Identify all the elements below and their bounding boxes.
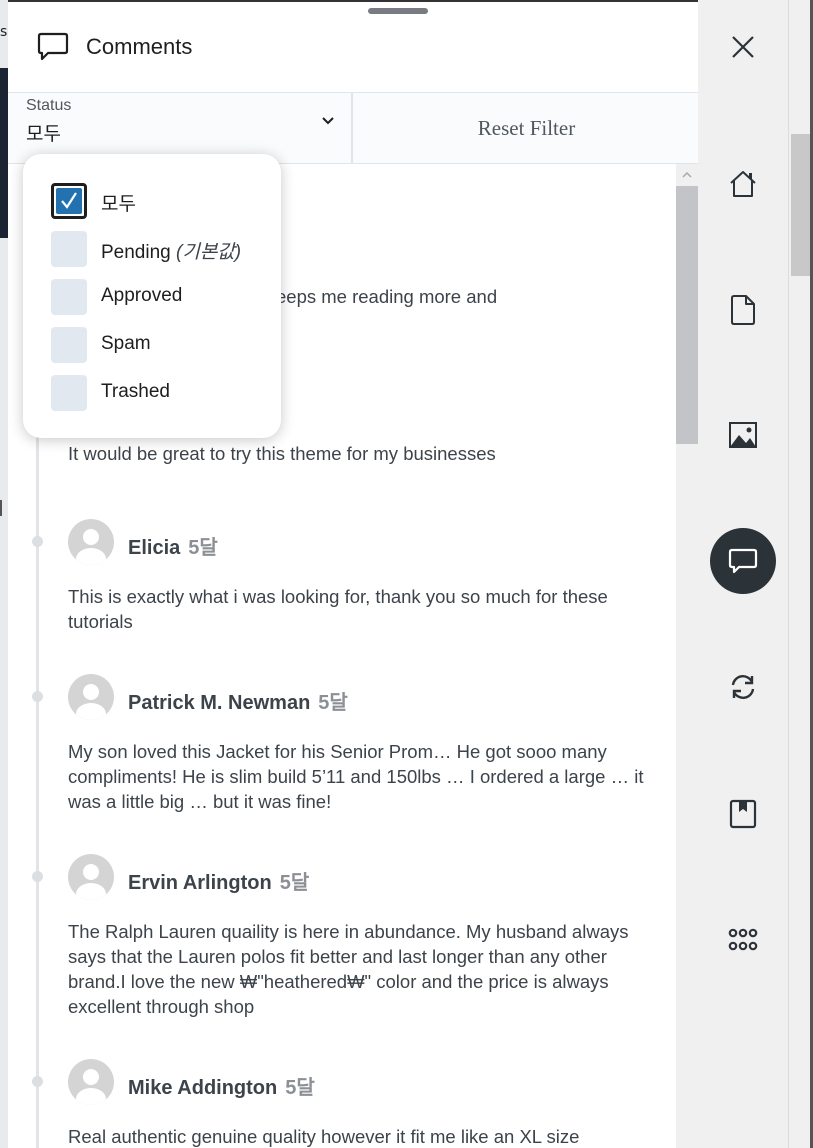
list-scrollbar[interactable] xyxy=(676,164,698,1148)
page-icon xyxy=(731,295,755,325)
panel-title: Comments xyxy=(86,34,193,59)
checkbox[interactable] xyxy=(51,327,87,363)
panel-header: Comments xyxy=(8,0,698,92)
status-select[interactable]: Status 모두 xyxy=(8,93,353,163)
option-note: (기본값) xyxy=(176,242,242,263)
background-image xyxy=(0,68,8,238)
comment-item: Elicia 5달 This is exactly what i was look… xyxy=(68,519,658,634)
status-option-trashed[interactable]: Trashed xyxy=(51,375,271,411)
comment-author[interactable]: Patrick M. Newman 5달 xyxy=(128,686,348,715)
checkbox-checked[interactable] xyxy=(51,183,87,219)
dock-comments-button[interactable] xyxy=(710,528,776,594)
comment-text: The Ralph Lauren quaility is here in abu… xyxy=(68,921,629,1017)
background-page-strip: s xyxy=(0,0,8,1148)
comment-text: Real authentic genuine quality however i… xyxy=(68,1126,580,1147)
comment-icon xyxy=(37,32,69,61)
chevron-down-icon xyxy=(322,117,334,125)
option-text: Pending xyxy=(101,242,171,263)
checkbox[interactable] xyxy=(51,231,87,267)
status-option-all[interactable]: 모두 xyxy=(51,183,271,219)
timeline-dot xyxy=(32,691,43,702)
comment-item: Ervin Arlington 5달 The Ralph Lauren quail… xyxy=(68,854,658,1019)
avatar[interactable] xyxy=(68,674,114,720)
option-label: Trashed xyxy=(101,381,170,403)
timeline-line xyxy=(36,424,39,1148)
author-name: Ervin Arlington xyxy=(128,872,272,894)
check-icon xyxy=(61,192,77,209)
image-icon xyxy=(729,422,757,448)
option-label: Spam xyxy=(101,333,151,355)
author-name: Elicia xyxy=(128,537,181,559)
comment-author[interactable]: Elicia 5달 xyxy=(128,531,218,560)
status-value: 모두 xyxy=(26,123,61,145)
dock-media-button[interactable] xyxy=(714,406,772,464)
avatar[interactable] xyxy=(68,1059,114,1105)
home-icon xyxy=(730,171,756,197)
comment-text: This is exactly what i was looking for, … xyxy=(68,586,608,632)
page-scrollbar[interactable] xyxy=(788,0,813,1148)
timeline-dot xyxy=(32,1076,43,1087)
avatar[interactable] xyxy=(68,854,114,900)
bookmark-icon xyxy=(729,799,757,829)
comment-icon xyxy=(728,548,758,574)
dock-page-button[interactable] xyxy=(714,281,772,339)
page-scrollbar-thumb[interactable] xyxy=(791,134,812,276)
apps-icon xyxy=(728,928,758,951)
scrollbar-thumb[interactable] xyxy=(676,186,698,444)
comment-item: It would be great to try this theme for … xyxy=(68,441,658,466)
comment-text: My son loved this Jacket for his Senior … xyxy=(68,741,644,812)
comment-time: 5달 xyxy=(279,872,310,894)
avatar[interactable] xyxy=(68,519,114,565)
option-label: Pending (기본값) xyxy=(101,237,241,264)
status-option-spam[interactable]: Spam xyxy=(51,327,271,363)
checkbox[interactable] xyxy=(51,375,87,411)
close-icon xyxy=(732,36,754,58)
right-dock xyxy=(698,0,788,1148)
status-dropdown-menu: 모두 Pending (기본값) Approved Spam Trashed xyxy=(23,154,281,438)
background-text: s xyxy=(0,24,8,40)
comment-text-partial: eeps me reading more and xyxy=(276,286,498,307)
option-text: 모두 xyxy=(101,194,136,215)
comment-item: Patrick M. Newman 5달 My son loved this Ja… xyxy=(68,674,658,814)
dock-bookmark-button[interactable] xyxy=(714,785,772,843)
checkbox[interactable] xyxy=(51,279,87,315)
comment-author[interactable]: Mike Addington 5달 xyxy=(128,1071,315,1100)
close-button[interactable] xyxy=(714,18,772,76)
option-text: Approved xyxy=(101,285,183,306)
comment-time: 5달 xyxy=(285,1077,315,1099)
dock-apps-button[interactable] xyxy=(714,911,772,969)
comment-time: 5달 xyxy=(188,537,218,559)
author-name: Mike Addington xyxy=(128,1077,278,1099)
status-label: Status xyxy=(26,97,72,114)
comment-text: It would be great to try this theme for … xyxy=(68,443,496,464)
comment-item: Mike Addington 5달 Real authentic genuine … xyxy=(68,1059,658,1148)
timeline-dot xyxy=(32,871,43,882)
comment-author[interactable]: Ervin Arlington 5달 xyxy=(128,866,309,895)
option-text: Spam xyxy=(101,333,151,354)
sync-icon xyxy=(731,675,755,699)
author-name: Patrick M. Newman xyxy=(128,692,311,714)
background-mark xyxy=(0,500,2,516)
reset-filter-button[interactable]: Reset Filter xyxy=(355,93,698,163)
status-option-pending[interactable]: Pending (기본값) xyxy=(51,231,271,267)
timeline-dot xyxy=(32,536,43,547)
comment-time: 5달 xyxy=(318,692,348,714)
option-label: Approved xyxy=(101,285,182,307)
option-label: 모두 xyxy=(101,189,136,216)
option-text: Trashed xyxy=(101,381,170,402)
dock-home-button[interactable] xyxy=(714,155,772,213)
status-option-approved[interactable]: Approved xyxy=(51,279,271,315)
dock-sync-button[interactable] xyxy=(714,658,772,716)
scroll-up-arrow-icon[interactable] xyxy=(681,170,693,180)
